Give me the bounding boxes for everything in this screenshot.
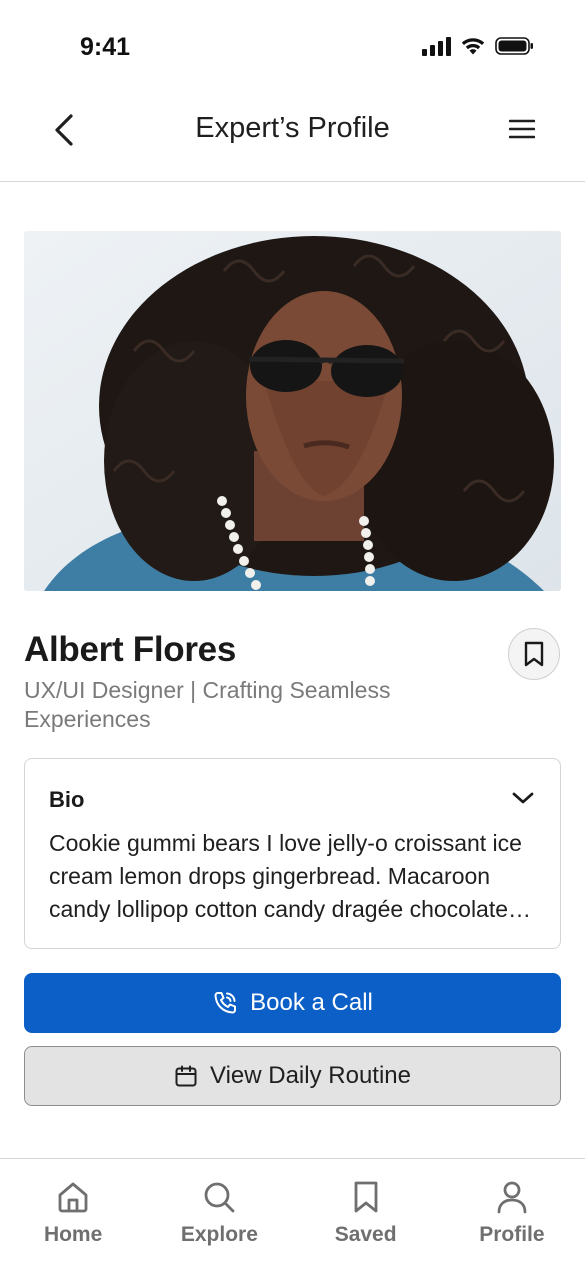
bottom-tab-bar: Home Explore Saved Profile [0, 1158, 585, 1266]
hamburger-menu-icon [509, 119, 535, 139]
tab-home[interactable]: Home [0, 1159, 146, 1266]
page-title: Expert’s Profile [195, 112, 390, 144]
user-icon [497, 1181, 527, 1214]
view-daily-routine-button[interactable]: View Daily Routine [24, 1046, 561, 1106]
bookmark-icon [524, 641, 544, 667]
calendar-icon [175, 1065, 197, 1087]
book-call-label: Book a Call [250, 989, 373, 1016]
bio-card[interactable]: Bio Cookie gummi bears I love jelly-o cr… [24, 758, 561, 949]
book-call-button[interactable]: Book a Call [24, 973, 561, 1033]
home-icon [58, 1182, 88, 1213]
wifi-icon [461, 38, 485, 55]
status-time: 9:41 [80, 33, 131, 61]
menu-button[interactable] [505, 112, 539, 146]
save-expert-button[interactable] [508, 628, 560, 680]
tab-explore-label: Explore [180, 1223, 258, 1246]
bookmark-icon [354, 1181, 378, 1213]
app-header: Expert’s Profile [0, 90, 585, 182]
tab-saved[interactable]: Saved [293, 1159, 439, 1266]
bio-expand-button[interactable] [510, 785, 536, 811]
battery-icon [495, 37, 533, 55]
tab-saved-label: Saved [334, 1223, 397, 1246]
expert-name: Albert Flores [24, 630, 236, 669]
status-bar: 9:41 [0, 0, 585, 90]
cellular-signal-icon [422, 37, 451, 56]
status-icons [421, 36, 535, 56]
view-daily-routine-label: View Daily Routine [210, 1062, 411, 1089]
tab-home-label: Home [43, 1223, 103, 1246]
chevron-down-icon [512, 792, 534, 804]
tab-explore[interactable]: Explore [146, 1159, 292, 1266]
tab-profile-label: Profile [479, 1223, 545, 1246]
bio-title: Bio [49, 787, 85, 812]
bio-text: Cookie gummi bears I love jelly-o croiss… [49, 830, 522, 922]
tab-profile[interactable]: Profile [439, 1159, 585, 1266]
phone-call-icon [214, 992, 237, 1014]
search-icon [204, 1182, 235, 1213]
expert-subtitle: UX/UI Designer | Crafting Seamless Exper… [24, 677, 391, 732]
profile-photo [24, 231, 561, 591]
